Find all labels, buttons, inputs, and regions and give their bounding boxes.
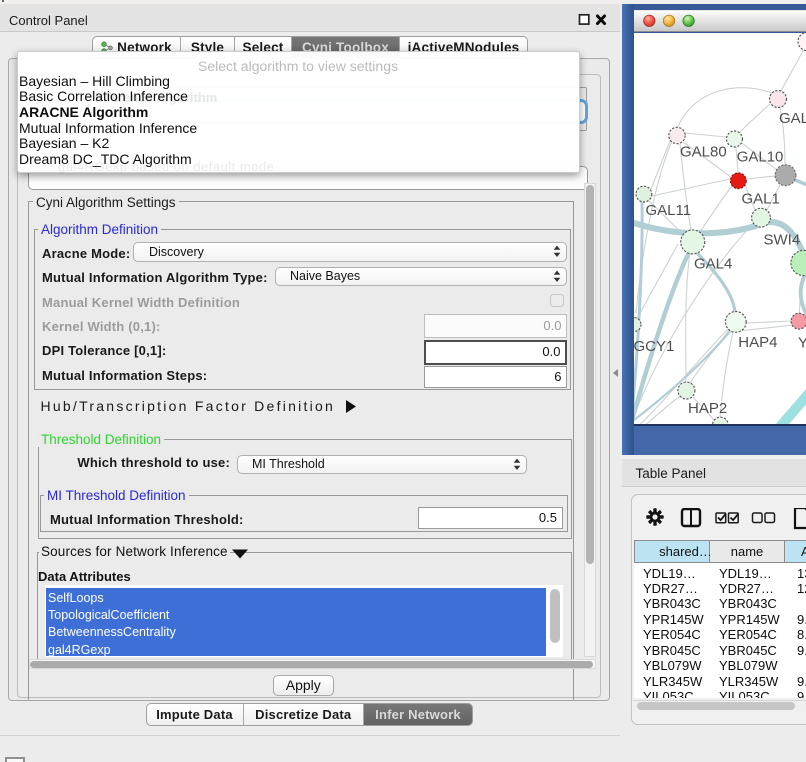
svg-text:Y: Y xyxy=(798,334,806,351)
svg-text:HAP4: HAP4 xyxy=(738,334,777,351)
svg-text:GAL80: GAL80 xyxy=(680,143,727,160)
svg-text:HAP2: HAP2 xyxy=(688,400,727,417)
svg-text:GAL11: GAL11 xyxy=(646,202,692,219)
svg-text:GAL: GAL xyxy=(779,110,806,127)
svg-text:GCY1: GCY1 xyxy=(634,338,674,355)
svg-text:SWI4: SWI4 xyxy=(764,231,801,248)
svg-text:GAL10: GAL10 xyxy=(737,148,784,165)
svg-text:GAL1: GAL1 xyxy=(742,190,780,207)
svg-text:GAL4: GAL4 xyxy=(694,255,732,272)
